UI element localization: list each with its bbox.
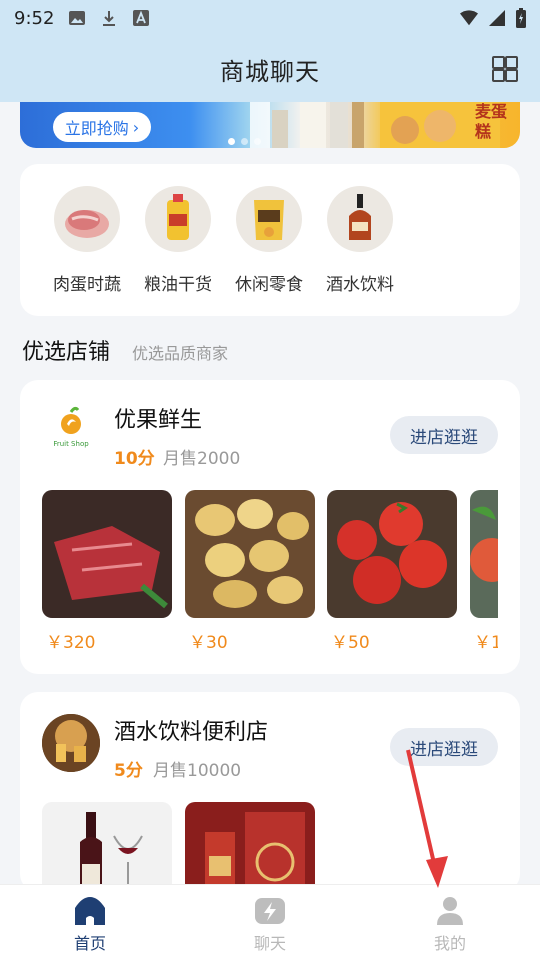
bottom-tab-bar: 首页 聊天 我的 [0,884,540,961]
tab-label: 我的 [433,934,466,953]
signal-icon [489,10,505,26]
product-price: ￥30 [189,633,228,653]
oil-bottle-icon [145,186,211,252]
product-item[interactable]: ￥1 [470,490,498,653]
banner-pagination [228,138,261,145]
shop-name: 优果鲜生 [114,408,203,433]
section-title: 优选店铺 [22,340,111,365]
snack-bag-icon [236,186,302,252]
tab-home[interactable]: 首页 [0,885,180,961]
grid-menu-icon[interactable] [492,56,518,82]
product-price: ￥50 [331,633,370,653]
category-card: 肉蛋时蔬 粮油干货 休闲零食 酒水饮料 [20,164,520,316]
promo-banner[interactable]: 立即抢购 › 麦蛋糕 [20,102,520,148]
category-label: 粮油干货 [144,275,212,295]
product-item[interactable] [185,802,315,892]
tomato-image [327,490,457,618]
shop-logo: Fruit Shop [42,402,100,460]
product-price: ￥320 [46,633,96,653]
battery-icon [516,8,526,28]
category-meat-eggs-veg[interactable]: 肉蛋时蔬 [42,186,132,295]
shop-monthly-sales: 月售10000 [153,761,242,781]
chat-bolt-icon [255,898,285,924]
app-header: 商城聊天 [0,36,540,102]
chevron-right-icon: › [132,117,140,137]
wine-image [42,802,172,892]
shop-card[interactable]: Fruit Shop 优果鲜生 10分 月售2000 进店逛逛 ￥320 ￥30… [20,380,520,674]
category-grain-oil[interactable]: 粮油干货 [133,186,223,295]
enter-shop-button[interactable]: 进店逛逛 [390,728,498,766]
download-notification-icon [103,11,116,26]
enter-shop-button[interactable]: 进店逛逛 [390,416,498,454]
tab-chat[interactable]: 聊天 [180,885,360,961]
category-label: 肉蛋时蔬 [53,275,121,295]
section-subtitle: 优选品质商家 [132,344,229,363]
tab-label: 聊天 [253,934,286,953]
buy-now-label: 立即抢购 [64,119,129,138]
shop-score: 10分 [114,449,155,469]
product-item[interactable]: ￥50 [327,490,457,653]
shop-score: 5分 [114,761,143,781]
status-bar: 9:52 [0,0,540,36]
category-snacks[interactable]: 休闲零食 [224,186,314,295]
potato-image [185,490,315,618]
baijiu-gift-box-image [185,802,315,892]
buy-now-button[interactable]: 立即抢购 › [53,112,151,142]
shop-name: 酒水饮料便利店 [114,720,269,745]
font-notification-icon [133,10,150,26]
product-price: ￥1 [474,633,498,653]
product-item[interactable]: ￥30 [185,490,315,653]
category-drinks[interactable]: 酒水饮料 [315,186,405,295]
product-item[interactable]: ￥320 [42,490,172,653]
shop-logo [42,714,100,772]
shop-monthly-sales: 月售2000 [163,449,241,469]
shop-logo-text: Fruit Shop [53,440,89,448]
beef-image [42,490,172,618]
tab-label: 首页 [73,934,106,953]
home-icon [75,897,105,925]
product-item[interactable] [42,802,172,892]
user-icon [437,897,463,925]
wifi-icon [460,10,478,26]
apple-image [470,490,498,618]
status-time: 9:52 [14,7,55,29]
image-notification-icon [69,11,86,25]
tab-profile[interactable]: 我的 [360,885,540,961]
banner-product-text: 麦蛋糕 [475,102,508,141]
page-title: 商城聊天 [220,57,320,86]
category-label: 休闲零食 [235,275,303,295]
shop-card[interactable]: 酒水饮料便利店 5分 月售10000 进店逛逛 [20,692,520,892]
meat-icon [54,186,120,252]
category-label: 酒水饮料 [326,275,394,295]
liquor-bottle-icon [327,186,393,252]
